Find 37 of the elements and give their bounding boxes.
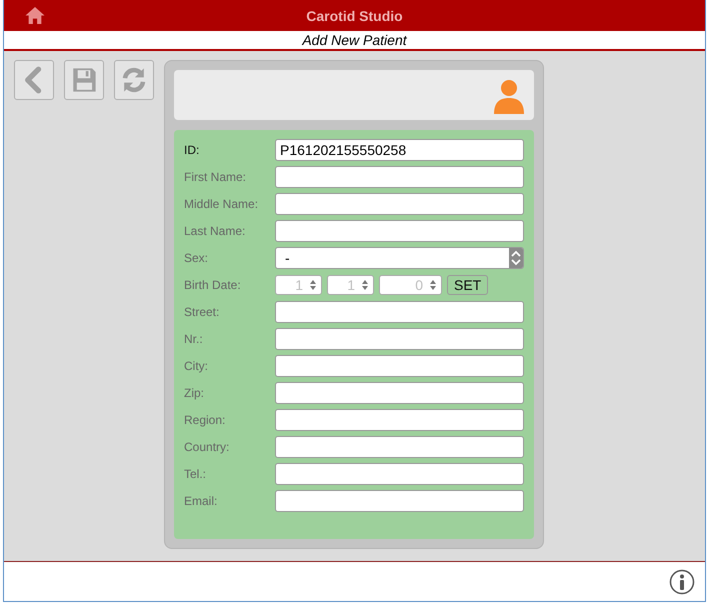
field-label: Street: — [184, 305, 220, 319]
person-icon — [492, 78, 526, 114]
field-label: First Name: — [184, 170, 248, 184]
input-field[interactable] — [275, 328, 524, 350]
field-label: Tel.: — [184, 467, 208, 481]
field-label: Sex: — [184, 251, 210, 265]
field-label: Middle Name: — [184, 197, 260, 211]
field-label: Region: — [184, 413, 226, 427]
field-label: ID: — [184, 143, 200, 157]
input-field[interactable] — [275, 463, 524, 485]
refresh-button[interactable] — [114, 60, 154, 100]
field-label: Country: — [184, 440, 230, 454]
input-field[interactable] — [275, 301, 524, 323]
input-field[interactable] — [275, 436, 524, 458]
field-label: Last Name: — [184, 224, 246, 238]
app-title: Carotid Studio — [306, 8, 403, 24]
field-label: City: — [184, 359, 209, 373]
info-icon[interactable] — [669, 568, 695, 594]
field-label: Email: — [184, 494, 218, 508]
set-button[interactable]: SET — [447, 275, 488, 295]
home-icon[interactable] — [24, 6, 46, 25]
input-field[interactable] — [275, 220, 524, 242]
field-label: Zip: — [184, 386, 206, 400]
input-field[interactable] — [275, 355, 524, 377]
save-button[interactable] — [64, 60, 104, 100]
select-field[interactable]: - — [275, 247, 524, 269]
input-field[interactable] — [275, 193, 524, 215]
input-field[interactable] — [275, 382, 524, 404]
field-label: Nr.: — [184, 332, 204, 346]
input-field[interactable]: P161202155550258 — [275, 139, 524, 161]
chevron-icon[interactable] — [509, 248, 523, 268]
field-label: Birth Date: — [184, 278, 242, 292]
page-title: Add New Patient — [302, 32, 407, 48]
back-button[interactable] — [14, 60, 54, 100]
input-field[interactable] — [275, 409, 524, 431]
input-field[interactable] — [275, 166, 524, 188]
input-field[interactable] — [275, 490, 524, 512]
